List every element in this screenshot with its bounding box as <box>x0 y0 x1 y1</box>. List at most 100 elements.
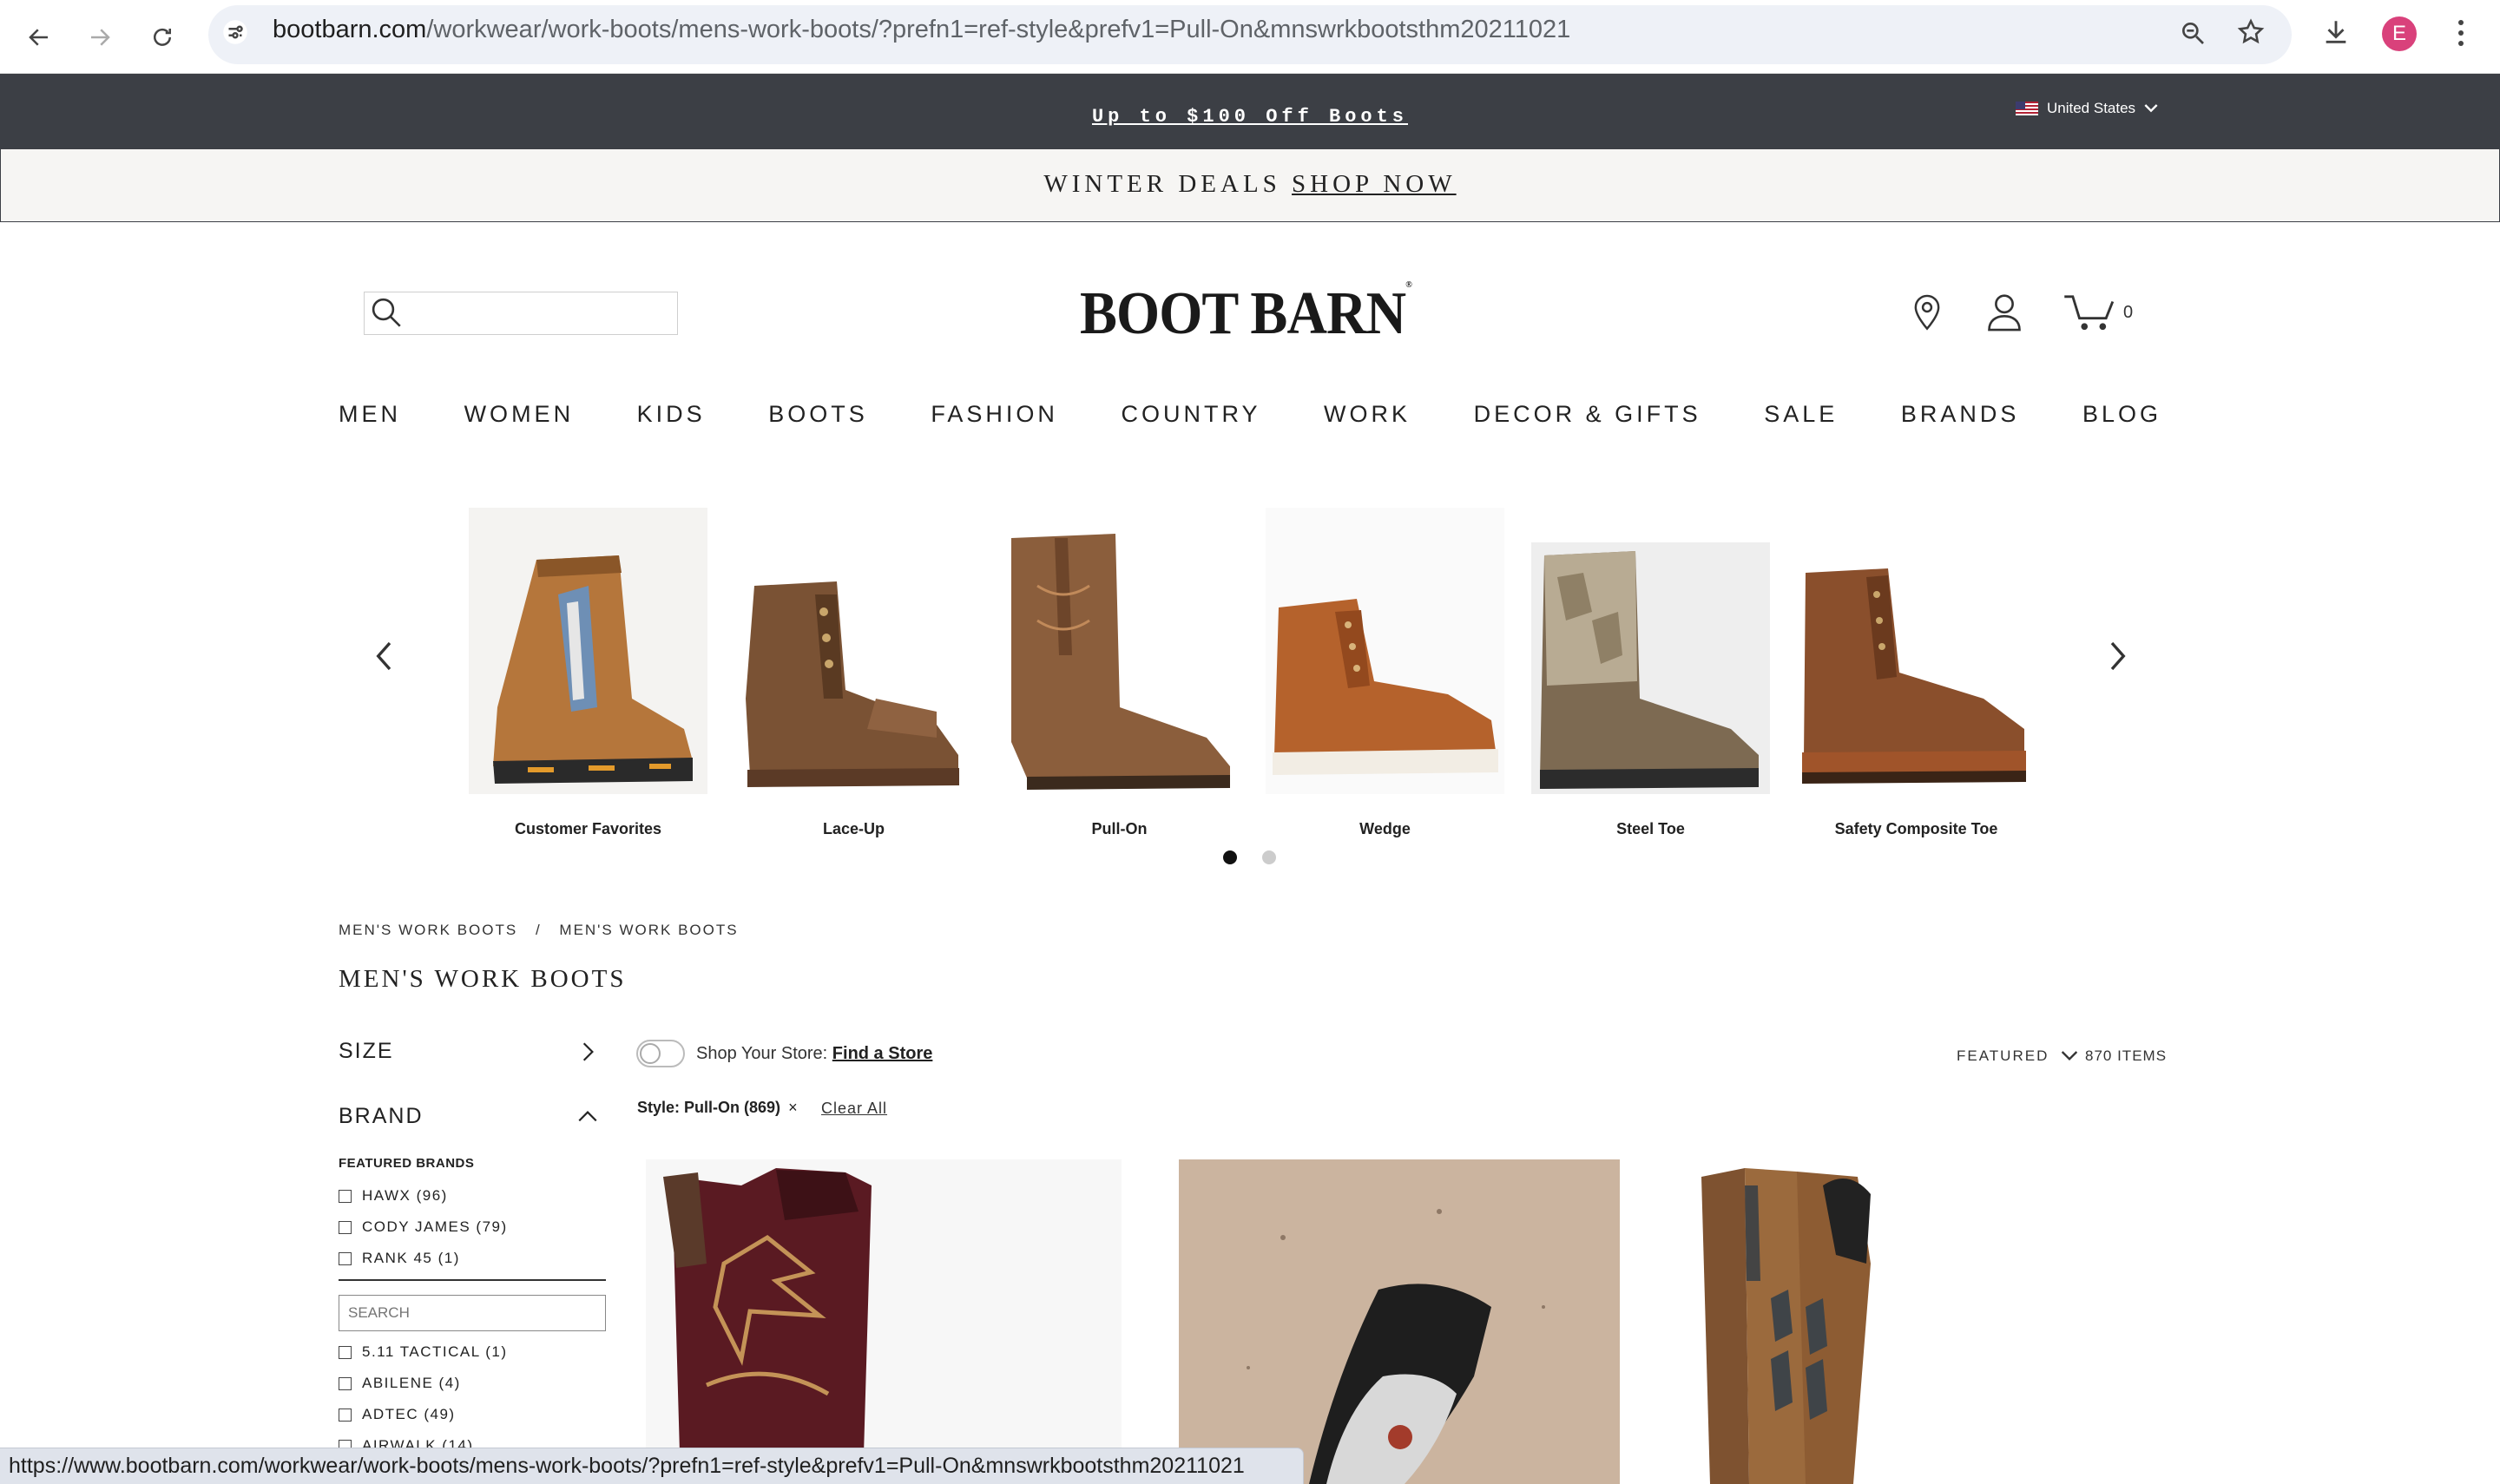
category-label: Pull-On <box>1091 820 1148 837</box>
checkbox[interactable] <box>339 1408 352 1422</box>
browser-menu-icon[interactable] <box>2455 17 2467 53</box>
zoom-icon[interactable] <box>2179 19 2207 51</box>
nav-kids[interactable]: KIDS <box>637 401 706 428</box>
category-tile-pull-on[interactable]: Pull-On <box>1000 508 1239 838</box>
brand-filter-label: BRAND <box>339 1104 424 1128</box>
bookmark-star-icon[interactable] <box>2236 17 2266 51</box>
brand-option-511-tactical[interactable]: 5.11 TACTICAL (1) <box>339 1343 508 1361</box>
page-title: MEN'S WORK BOOTS <box>339 965 627 993</box>
brand-option-label: HAWX (96) <box>362 1187 448 1204</box>
lace-up-boot-image <box>745 581 959 787</box>
boot-image <box>1000 508 1239 794</box>
chevron-down-icon <box>2062 1051 2078 1060</box>
nav-fashion[interactable]: FASHION <box>931 401 1058 428</box>
find-a-store-link[interactable]: Find a Store <box>832 1044 933 1063</box>
carousel-prev-button[interactable] <box>368 639 403 673</box>
wedge-boot-image <box>1273 599 1498 775</box>
account-icon[interactable] <box>1986 292 2023 336</box>
reload-button[interactable] <box>141 16 184 59</box>
size-filter-toggle[interactable]: SIZE <box>339 1039 599 1064</box>
nav-country[interactable]: COUNTRY <box>1121 401 1260 428</box>
boot-image <box>469 508 707 794</box>
nav-boots[interactable]: BOOTS <box>768 401 868 428</box>
breadcrumb-link[interactable]: MEN'S WORK BOOTS <box>339 922 517 938</box>
category-tile-lace-up[interactable]: Lace-Up <box>734 508 973 838</box>
breadcrumb-separator: / <box>535 922 542 938</box>
site-search-input[interactable] <box>364 292 678 335</box>
category-label: Steel Toe <box>1616 820 1685 837</box>
brand-search-input[interactable] <box>339 1295 606 1331</box>
category-label: Safety Composite Toe <box>1834 820 1998 837</box>
clear-all-filters-link[interactable]: Clear All <box>821 1100 887 1118</box>
brand-option-hawx[interactable]: HAWX (96) <box>339 1187 448 1205</box>
item-count: 870 ITEMS <box>2085 1047 2168 1064</box>
search-icon <box>372 298 401 327</box>
boot-image <box>1797 508 2036 794</box>
brand-option-label: ABILENE (4) <box>362 1375 461 1391</box>
checkbox[interactable] <box>339 1189 352 1203</box>
nav-women[interactable]: WOMEN <box>464 401 574 428</box>
site-settings-icon[interactable] <box>222 19 248 49</box>
brand-option-adtec[interactable]: ADTEC (49) <box>339 1406 456 1423</box>
url-host: bootbarn.com <box>273 16 427 43</box>
url-path: /workwear/work-boots/mens-work-boots/?pr… <box>426 16 1571 43</box>
shop-your-store: Shop Your Store: Find a Store <box>696 1044 932 1064</box>
sort-dropdown[interactable]: FEATURED <box>1957 1047 2078 1065</box>
store-locator-icon[interactable] <box>1910 292 1944 336</box>
cart-icon[interactable] <box>2062 292 2116 336</box>
carousel-dot[interactable] <box>1262 850 1276 864</box>
brand-option-rank-45[interactable]: RANK 45 (1) <box>339 1250 460 1267</box>
product-card[interactable] <box>1179 1159 1620 1484</box>
brand-option-abilene[interactable]: ABILENE (4) <box>339 1375 461 1392</box>
profile-avatar[interactable]: E <box>2382 16 2417 51</box>
shop-your-store-toggle[interactable] <box>636 1040 685 1067</box>
carousel-next-button[interactable] <box>2099 639 2134 673</box>
nav-men[interactable]: MEN <box>339 401 401 428</box>
checkbox[interactable] <box>339 1251 352 1265</box>
link-preview-status-bar: https://www.bootbarn.com/workwear/work-b… <box>0 1448 1304 1484</box>
nav-decor-gifts[interactable]: DECOR & GIFTS <box>1474 401 1701 428</box>
chevron-right-icon <box>582 1041 594 1061</box>
composite-toe-boot-image <box>1802 568 2026 784</box>
us-flag-icon <box>2016 102 2038 115</box>
breadcrumb: MEN'S WORK BOOTS / MEN'S WORK BOOTS <box>339 922 739 939</box>
checkbox[interactable] <box>339 1220 352 1234</box>
shop-now-link[interactable]: SHOP NOW <box>1292 170 1457 198</box>
category-tile-wedge[interactable]: Wedge <box>1266 508 1504 838</box>
url-text[interactable]: bootbarn.com/workwear/work-boots/mens-wo… <box>273 16 1570 44</box>
steel-toe-boot-image <box>1531 542 1770 794</box>
brand-filter-toggle[interactable]: BRAND <box>339 1104 599 1129</box>
active-filter-chip[interactable]: Style: Pull-On (869) × <box>637 1099 798 1117</box>
boot-image <box>1531 508 1770 794</box>
forward-button[interactable] <box>78 16 122 59</box>
boot-barn-logo[interactable]: BOOT BARN® <box>1080 279 1412 349</box>
brand-option-label: 5.11 TACTICAL (1) <box>362 1343 508 1360</box>
remove-filter-icon[interactable]: × <box>788 1099 798 1116</box>
chevron-right-icon <box>2110 641 2126 671</box>
checkbox[interactable] <box>339 1376 352 1390</box>
brand-option-label: ADTEC (49) <box>362 1406 456 1422</box>
product-image <box>1701 1168 1871 1484</box>
back-button[interactable] <box>17 16 61 59</box>
nav-brands[interactable]: BRANDS <box>1901 401 2020 428</box>
product-card[interactable] <box>1684 1159 1944 1484</box>
category-label: Wedge <box>1359 820 1411 837</box>
boot-image <box>1266 508 1504 794</box>
carousel-dot-active[interactable] <box>1223 850 1237 864</box>
sort-label: FEATURED <box>1957 1047 2049 1064</box>
checkbox[interactable] <box>339 1345 352 1359</box>
product-card[interactable] <box>646 1159 1122 1484</box>
forward-arrow-icon <box>91 29 110 46</box>
download-icon[interactable] <box>2321 17 2351 51</box>
region-label: United States <box>2047 100 2136 116</box>
breadcrumb-current[interactable]: MEN'S WORK BOOTS <box>559 922 738 938</box>
category-tile-customer-favorites[interactable]: Customer Favorites <box>469 508 707 838</box>
region-selector[interactable]: United States <box>2016 100 2158 117</box>
nav-blog[interactable]: BLOG <box>2082 401 2161 428</box>
category-tile-safety-composite-toe[interactable]: Safety Composite Toe <box>1797 508 2036 838</box>
brand-option-cody-james[interactable]: CODY JAMES (79) <box>339 1218 508 1236</box>
nav-work[interactable]: WORK <box>1324 401 1411 428</box>
nav-sale[interactable]: SALE <box>1764 401 1838 428</box>
pull-on-boot-image <box>1010 534 1230 790</box>
category-tile-steel-toe[interactable]: Steel Toe <box>1531 508 1770 838</box>
